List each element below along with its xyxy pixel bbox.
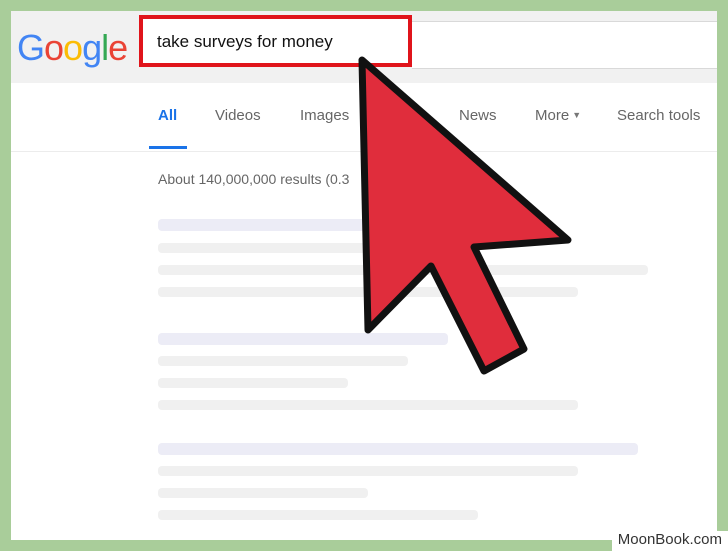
blurred-result-snippet xyxy=(158,265,648,275)
watermark: MoonBook.com xyxy=(611,531,728,551)
blurred-result-title xyxy=(158,219,368,231)
tab-images[interactable]: Images xyxy=(300,107,349,124)
google-logo[interactable]: Google xyxy=(17,27,128,69)
search-field-extension[interactable] xyxy=(412,21,717,69)
logo-letter: l xyxy=(101,27,109,68)
tab-more-label: More xyxy=(535,107,570,124)
blurred-result-title xyxy=(158,333,448,345)
blurred-result-title xyxy=(158,443,638,455)
blurred-result-snippet xyxy=(158,378,348,388)
blurred-result-url xyxy=(158,243,388,253)
logo-letter: o xyxy=(44,27,64,68)
logo-letter: o xyxy=(63,27,83,68)
search-tabs: All Videos Images News More ▼ Search tool… xyxy=(11,83,717,152)
blurred-result-snippet xyxy=(158,400,578,410)
search-input[interactable]: take surveys for money xyxy=(139,15,412,67)
browser-frame: Google take surveys for money All Videos… xyxy=(11,11,717,540)
logo-letter: g xyxy=(82,27,102,68)
tab-search-tools[interactable]: Search tools xyxy=(617,107,700,124)
blurred-result-snippet xyxy=(158,510,478,520)
search-header: Google take surveys for money xyxy=(11,11,717,84)
caret-down-icon: ▼ xyxy=(572,110,582,120)
logo-letter: e xyxy=(108,27,128,68)
blurred-result-url xyxy=(158,466,578,476)
blurred-result-snippet xyxy=(158,287,578,297)
tab-videos[interactable]: Videos xyxy=(215,107,261,124)
tab-all[interactable]: All xyxy=(158,107,177,124)
tab-news[interactable]: News xyxy=(459,107,497,124)
logo-letter: G xyxy=(17,27,45,68)
search-query: take surveys for money xyxy=(157,32,333,51)
blurred-result-url xyxy=(158,356,408,366)
blurred-result-snippet xyxy=(158,488,368,498)
result-stats: About 140,000,000 results (0.3 xyxy=(158,171,350,187)
active-tab-indicator xyxy=(149,146,187,149)
tab-more[interactable]: More ▼ xyxy=(535,107,581,124)
